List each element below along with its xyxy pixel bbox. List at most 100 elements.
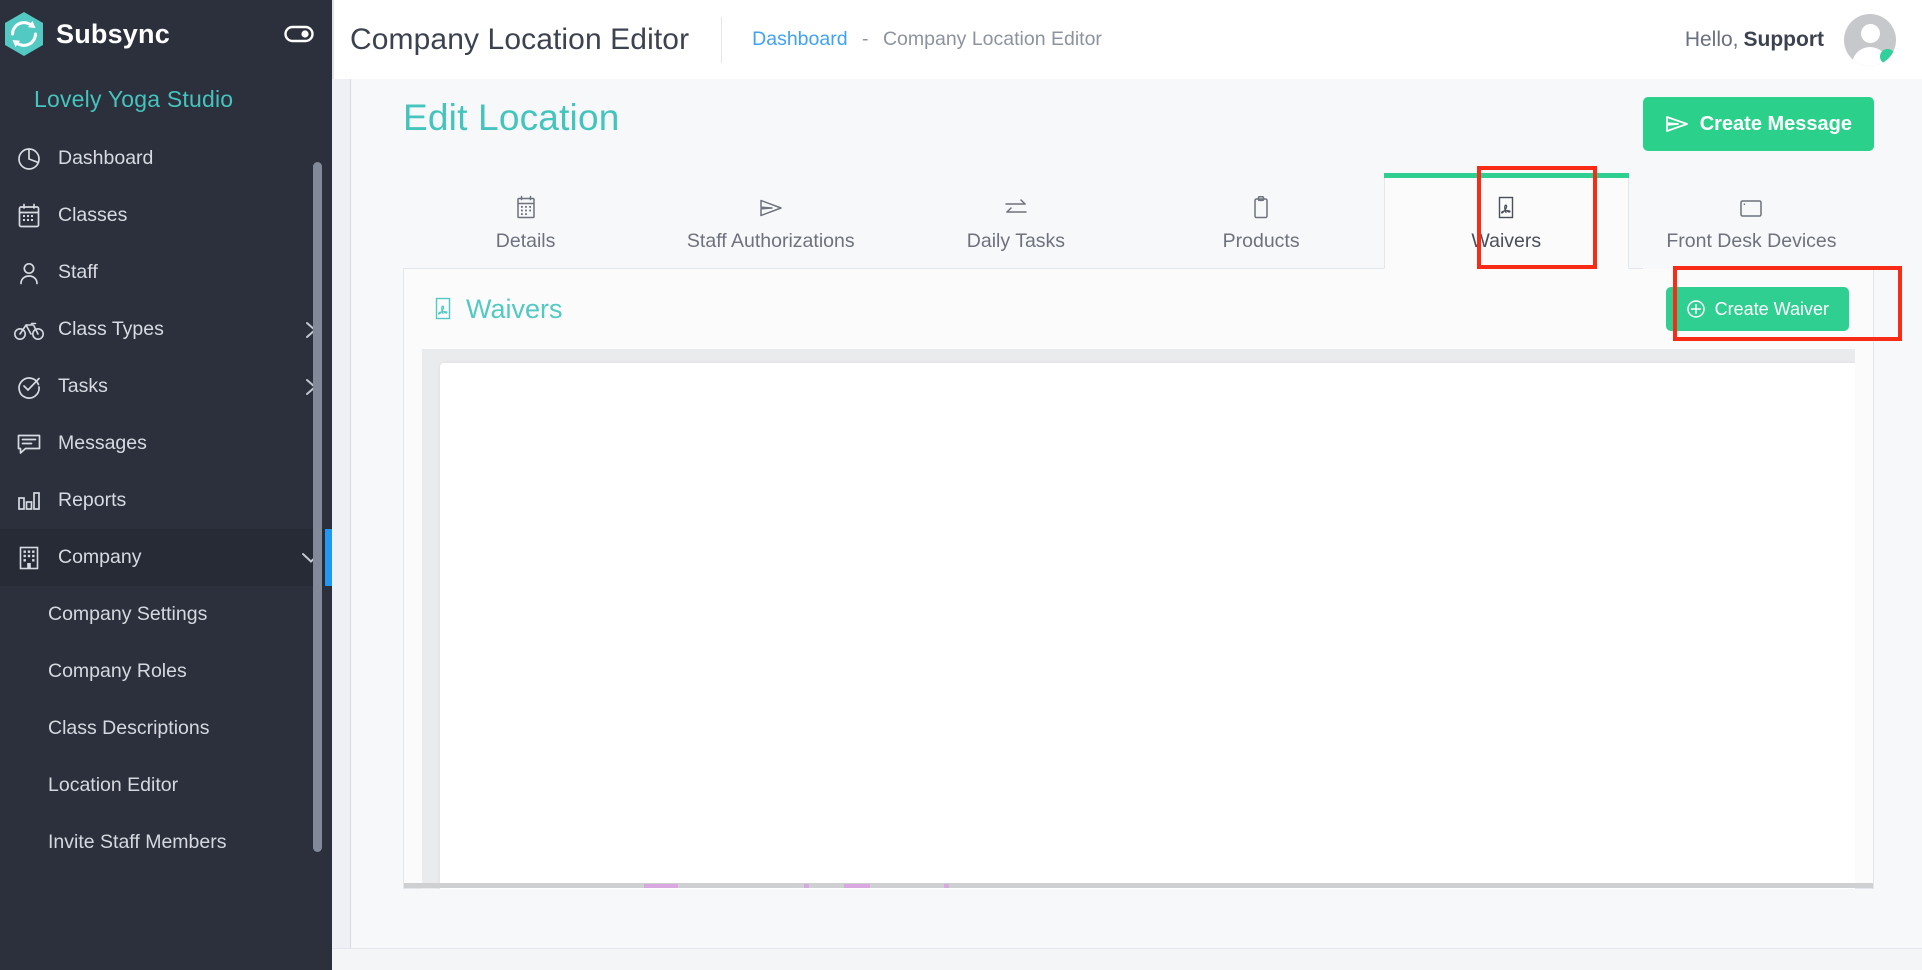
create-waiver-button[interactable]: Create Waiver — [1666, 287, 1849, 331]
breadcrumb-dashboard-link[interactable]: Dashboard — [752, 28, 847, 50]
sidebar-item-reports[interactable]: Reports — [0, 472, 332, 529]
fringe-mark — [844, 884, 870, 888]
tab-products[interactable]: Products — [1139, 177, 1384, 269]
tab-label: Daily Tasks — [967, 230, 1065, 253]
greeting-text: Hello, — [1685, 28, 1739, 51]
calendar-icon — [515, 194, 537, 222]
sidebar-item-dashboard[interactable]: Dashboard — [0, 130, 332, 187]
pdf-file-icon — [432, 296, 454, 322]
tab-bar: Details Staff Authorizations — [403, 171, 1874, 269]
sidebar-subitem-location-editor[interactable]: Location Editor — [0, 757, 332, 814]
tab-label: Front Desk Devices — [1666, 230, 1836, 253]
main-area: Company Location Editor Dashboard - Comp… — [332, 0, 1922, 970]
sidebar-scrollbar-thumb[interactable] — [313, 162, 322, 852]
building-icon — [12, 545, 46, 571]
topbar: Company Location Editor Dashboard - Comp… — [332, 0, 1922, 79]
create-message-button[interactable]: Create Message — [1643, 97, 1874, 151]
sidebar-item-class-types[interactable]: Class Types — [0, 301, 332, 358]
sidebar-item-label: Messages — [58, 432, 332, 455]
online-status-dot — [1880, 49, 1895, 64]
sidebar-item-tasks[interactable]: Tasks — [0, 358, 332, 415]
user-icon — [12, 260, 46, 286]
bar-chart-icon — [12, 489, 46, 513]
tab-label: Products — [1223, 230, 1300, 253]
page-title: Edit Location — [403, 97, 620, 139]
sidebar-subitem-company-settings[interactable]: Company Settings — [0, 586, 332, 643]
avatar-head — [1861, 24, 1880, 43]
sidebar-subitem-label: Class Descriptions — [48, 717, 209, 740]
waivers-panel: Waivers Create Waiver — [403, 269, 1874, 889]
tab-label: Waivers — [1471, 230, 1541, 253]
sidebar-item-label: Reports — [58, 489, 332, 512]
page-head: Edit Location Create Message — [351, 79, 1922, 165]
sidebar-item-label: Company — [58, 546, 290, 569]
panel-bottom-fringe — [404, 883, 1873, 888]
tab-label: Staff Authorizations — [687, 230, 855, 253]
sidebar-item-label: Dashboard — [58, 147, 332, 170]
chevron-right-icon — [290, 318, 332, 342]
sidebar-subitem-class-descriptions[interactable]: Class Descriptions — [0, 700, 332, 757]
sidebar-nav: Dashboard Classes — [0, 130, 332, 970]
sidebar-item-staff[interactable]: Staff — [0, 244, 332, 301]
sidebar-item-label: Staff — [58, 261, 332, 284]
sidebar-item-label: Tasks — [58, 375, 290, 398]
create-message-label: Create Message — [1700, 113, 1852, 136]
app-root: Subsync Lovely Yoga Studio Dashboard — [0, 0, 1922, 970]
avatar[interactable] — [1844, 14, 1896, 66]
sidebar: Subsync Lovely Yoga Studio Dashboard — [0, 0, 332, 970]
sidebar-subitem-label: Company Roles — [48, 660, 187, 683]
bicycle-icon — [12, 319, 46, 341]
page-header-title: Company Location Editor — [350, 23, 689, 57]
send-icon — [1665, 114, 1689, 134]
fringe-mark — [944, 884, 949, 888]
sidebar-item-label: Classes — [58, 204, 332, 227]
tab-label: Details — [496, 230, 556, 253]
pie-chart-icon — [12, 146, 46, 172]
pdf-file-icon — [1495, 194, 1517, 222]
tab-staff-authorizations[interactable]: Staff Authorizations — [648, 177, 893, 269]
message-icon — [12, 432, 46, 456]
waivers-panel-title: Waivers — [466, 294, 563, 325]
fringe-mark — [804, 884, 809, 888]
chevron-down-icon — [290, 550, 332, 566]
sidebar-subitem-company-roles[interactable]: Company Roles — [0, 643, 332, 700]
waivers-document-container — [422, 349, 1855, 889]
sync-hexagon-logo — [0, 6, 50, 62]
plus-circle-icon — [1686, 299, 1706, 319]
tablet-icon — [1737, 194, 1765, 222]
calendar-icon — [12, 203, 46, 229]
waiver-document-sheet — [440, 363, 1855, 889]
user-greeting: Hello,Support — [1685, 28, 1824, 52]
create-waiver-label: Create Waiver — [1715, 299, 1829, 320]
tab-daily-tasks[interactable]: Daily Tasks — [893, 177, 1138, 269]
tab-details[interactable]: Details — [403, 177, 648, 269]
tab-front-desk-devices[interactable]: Front Desk Devices — [1629, 177, 1874, 269]
sidebar-item-label: Class Types — [58, 318, 290, 341]
waivers-panel-header: Waivers Create Waiver — [404, 269, 1873, 349]
content-area: Edit Location Create Message — [350, 79, 1922, 970]
window-bottom-strip — [332, 948, 1922, 970]
check-circle-icon — [12, 374, 46, 400]
sidebar-item-company[interactable]: Company — [0, 529, 332, 586]
sidebar-item-classes[interactable]: Classes — [0, 187, 332, 244]
tab-waivers[interactable]: Waivers — [1384, 177, 1629, 269]
sidebar-toggle-icon[interactable] — [284, 19, 314, 49]
fringe-mark — [644, 884, 678, 888]
sidebar-item-messages[interactable]: Messages — [0, 415, 332, 472]
breadcrumb-separator: - — [862, 28, 869, 50]
send-icon — [758, 194, 784, 222]
transfer-arrows-icon — [1003, 194, 1029, 222]
topbar-divider — [721, 17, 722, 63]
sidebar-company-name[interactable]: Lovely Yoga Studio — [0, 68, 332, 130]
brand-name: Subsync — [56, 19, 284, 50]
sidebar-brand: Subsync — [0, 0, 332, 68]
breadcrumb: Dashboard - Company Location Editor — [752, 28, 1102, 51]
sidebar-subitem-invite-staff-members[interactable]: Invite Staff Members — [0, 814, 332, 871]
breadcrumb-current: Company Location Editor — [883, 28, 1102, 50]
user-name: Support — [1744, 28, 1824, 51]
sidebar-subitem-label: Invite Staff Members — [48, 831, 226, 854]
clipboard-icon — [1251, 194, 1271, 222]
sidebar-subitem-label: Location Editor — [48, 774, 178, 797]
tabs-wrap: Details Staff Authorizations — [403, 171, 1874, 269]
chevron-right-icon — [290, 375, 332, 399]
